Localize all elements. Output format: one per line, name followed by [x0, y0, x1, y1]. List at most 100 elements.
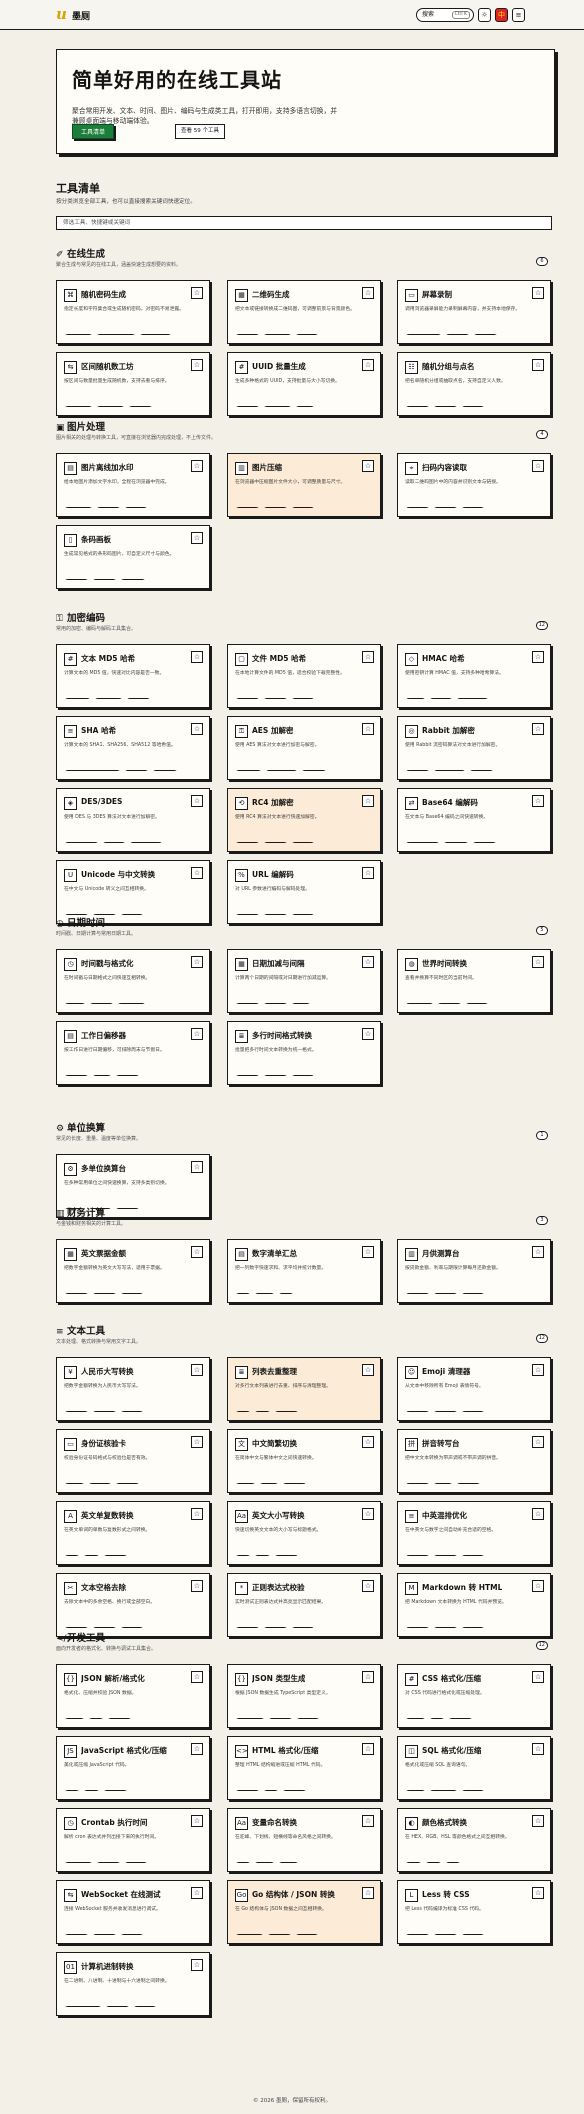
favorite-star-icon[interactable]: ☆: [532, 1887, 544, 1899]
favorite-star-icon[interactable]: ☆: [532, 723, 544, 735]
favorite-star-icon[interactable]: ☆: [362, 1743, 374, 1755]
tool-card[interactable]: ▯ 条码画板 ☆ 生成常见格式的条形码图片，可自定义尺寸与颜色。多种格式尺寸调节SVG…: [56, 525, 210, 589]
tool-card[interactable]: ≡ 中英混排优化 ☆ 在中英文与数字之间自动补充合适的空格。自动空格标点修正一键复制: [397, 1501, 551, 1565]
tool-card[interactable]: ◍ 世界时间转换 ☆ 查看并换算不同时区的当前时间。多城市对照一键切换时区选择: [397, 949, 551, 1013]
tool-card[interactable]: ≣ 多行时间格式转换 ☆ 批量把多行时间文本转换为统一格式。批量转换多种格式结果复制: [227, 1021, 381, 1085]
favorite-star-icon[interactable]: ☆: [532, 287, 544, 299]
tool-card[interactable]: {} JSON 解析/格式化 ☆ 格式化、压缩并校验 JSON 数据。格式化压缩语法校…: [56, 1664, 210, 1728]
tool-card[interactable]: ◇ HMAC 哈希 ☆ 使用密钥计算 HMAC 值，支持多种哈希算法。多算法密钥输入十…: [397, 644, 551, 708]
favorite-star-icon[interactable]: ☆: [362, 1436, 374, 1448]
favorite-star-icon[interactable]: ☆: [532, 1508, 544, 1520]
favorite-star-icon[interactable]: ☆: [191, 460, 203, 472]
favorite-star-icon[interactable]: ☆: [191, 1508, 203, 1520]
favorite-star-icon[interactable]: ☆: [191, 532, 203, 544]
tool-card[interactable]: ≡ SHA 哈希 ☆ 计算文本的 SHA1、SHA256、SHA512 等哈希值。 SH…: [56, 716, 210, 780]
tool-card[interactable]: ◎ Rabbit 加解密 ☆ 使用 Rabbit 流密码算法对文本进行加解密。密钥输入…: [397, 716, 551, 780]
favorite-star-icon[interactable]: ☆: [362, 1364, 374, 1376]
favorite-star-icon[interactable]: ☆: [191, 1028, 203, 1040]
tool-card[interactable]: ⇆ 区间随机数工坊 ☆ 按区间与数量批量生成随机数，支持去重与排序。去除与排序唯一化处…: [56, 352, 210, 416]
language-flag-button[interactable]: 中: [495, 8, 508, 22]
favorite-star-icon[interactable]: ☆: [532, 1671, 544, 1683]
favorite-star-icon[interactable]: ☆: [191, 1364, 203, 1376]
tool-card[interactable]: ⌘ 随机密码生成 ☆ 指定长度和字符集合或生成随机密码，对密码不易泄露。自定义长度大小…: [56, 280, 210, 344]
favorite-star-icon[interactable]: ☆: [191, 723, 203, 735]
favorite-star-icon[interactable]: ☆: [362, 1028, 374, 1040]
tool-card[interactable]: ▤ 数字清单汇总 ☆ 把一列数字快速求和、求平均并统计数量。求和平均值统计: [227, 1239, 381, 1303]
favorite-star-icon[interactable]: ☆: [191, 867, 203, 879]
tool-card[interactable]: ▤ 图片离线加水印 ☆ 给本地图片添加文字水印，全程在浏览器中完成。多字体排版批量处理…: [56, 453, 210, 517]
favorite-star-icon[interactable]: ☆: [362, 1671, 374, 1683]
favorite-star-icon[interactable]: ☆: [191, 1161, 203, 1173]
tool-card[interactable]: ◷ 时间戳与格式化 ☆ 在时间戳与日期格式之间快速互相转换。秒/毫秒时区切换自定义格式: [56, 949, 210, 1013]
tool-card[interactable]: Aa 变量命名转换 ☆ 在驼峰、下划线、短横线等命名风格之间转换。驼峰下划线短横线: [227, 1808, 381, 1872]
favorite-star-icon[interactable]: ☆: [191, 1887, 203, 1899]
tool-card[interactable]: ✂ 文本空格去除 ☆ 去除文本中的多余空格、换行或全部空白。首尾空格多余换行全部空白: [56, 1573, 210, 1637]
favorite-star-icon[interactable]: ☆: [191, 287, 203, 299]
favorite-star-icon[interactable]: ☆: [362, 1508, 374, 1520]
tool-card[interactable]: ⌖ 扫码内容读取 ☆ 读取二维码图片中的内容并识别文本与链接。本地识别批量读取结果复制: [397, 453, 551, 517]
favorite-star-icon[interactable]: ☆: [532, 1364, 544, 1376]
favorite-star-icon[interactable]: ☆: [191, 1580, 203, 1592]
tool-card[interactable]: ⟲ RC4 加解密 ☆ 使用 RC4 算法对文本进行快速加解密。快速处理编码选择一键复…: [227, 788, 381, 852]
tool-card[interactable]: ≣ 列表去重整理 ☆ 对多行文本列表进行去重、排序与清理整理。去重排序空行清理: [227, 1357, 381, 1421]
favorite-star-icon[interactable]: ☆: [532, 795, 544, 807]
favorite-star-icon[interactable]: ☆: [532, 1246, 544, 1258]
favorite-star-icon[interactable]: ☆: [532, 359, 544, 371]
tool-card[interactable]: <> HTML 格式化/压缩 ☆ 整理 HTML 结构缩进或压缩 HTML 代码。缩进…: [227, 1736, 381, 1800]
tool-card[interactable]: ▭ 屏幕录制 ☆ 调用浏览器录屏能力录制屏幕内容，并支持本地保存。浏览器原生录制音频控…: [397, 280, 551, 344]
favorite-star-icon[interactable]: ☆: [532, 1436, 544, 1448]
tool-card[interactable]: # UUID 批量生成 ☆ 生成多种格式的 UUID，支持批量与大小写切换。批量生成大…: [227, 352, 381, 416]
favorite-star-icon[interactable]: ☆: [191, 1671, 203, 1683]
tool-card[interactable]: {} JSON 类型生成 ☆ 根据 JSON 数据生成 TypeScript 类型定义…: [227, 1664, 381, 1728]
brand-name[interactable]: 墨厕: [72, 9, 90, 22]
tool-card[interactable]: ▦ 二维码生成 ☆ 把文本或链接转换成二维码图，可调整前景与背景颜色。尺寸控制颜色自定…: [227, 280, 381, 344]
menu-icon[interactable]: ≡: [512, 8, 525, 22]
favorite-star-icon[interactable]: ☆: [362, 359, 374, 371]
tool-card[interactable]: ⇄ Base64 编解码 ☆ 在文本与 Base64 编码之间快速转换。 Unicode…: [397, 788, 551, 852]
favorite-star-icon[interactable]: ☆: [191, 1743, 203, 1755]
favorite-star-icon[interactable]: ☆: [362, 795, 374, 807]
favorite-star-icon[interactable]: ☆: [362, 1815, 374, 1827]
favorite-star-icon[interactable]: ☆: [362, 460, 374, 472]
tool-filter-input[interactable]: 筛选工具、快捷键或关键词: [56, 216, 552, 230]
tool-list-button[interactable]: 工具清单: [72, 124, 115, 139]
favorite-star-icon[interactable]: ☆: [362, 867, 374, 879]
tool-card[interactable]: ¥ 人民币大写转换 ☆ 把数字金额转换为人民币大写写法。金额校验一键复制票据格式: [56, 1357, 210, 1421]
tool-card[interactable]: ◈ DES/3DES ☆ 使用 DES 与 3DES 算法对文本进行加解密。 DES 与…: [56, 788, 210, 852]
tool-card[interactable]: ☺ Emoji 清理器 ☆ 从文本中移除所有 Emoji 表情符号。批量清理保留文本结…: [397, 1357, 551, 1421]
tool-card[interactable]: 01 计算机进制转换 ☆ 在二进制、八进制、十进制与十六进制之间转换。 2/8/10/1…: [56, 1952, 210, 2016]
favorite-star-icon[interactable]: ☆: [362, 1887, 374, 1899]
tool-card[interactable]: ◷ Crontab 执行时间 ☆ 解析 cron 表达式并列出接下来的执行时间。表达式…: [56, 1808, 210, 1872]
favorite-star-icon[interactable]: ☆: [362, 723, 374, 735]
favorite-star-icon[interactable]: ☆: [362, 1246, 374, 1258]
tool-card[interactable]: * 正则表达式校验 ☆ 实时测试正则表达式并高亮显示匹配结果。实时匹配高亮显示常用模板: [227, 1573, 381, 1637]
tool-card[interactable]: ▭ 身份证核验卡 ☆ 校验身份证号码格式与校验位是否有效。校验位地区解析出生日期: [56, 1429, 210, 1493]
tool-card[interactable]: ▢ 文件 MD5 哈希 ☆ 在本地计算文件的 MD5 值，适合校验下载完整性。本地计算…: [227, 644, 381, 708]
logo-icon[interactable]: u: [56, 7, 67, 22]
tool-card[interactable]: Aa 英文大小写转换 ☆ 快速切换英文文本的大小写与标题格式。大写小写标题格式: [227, 1501, 381, 1565]
tool-card[interactable]: A 英文单复数转换 ☆ 在英文单词的单数与复数形式之间转换。单数复数批量处理: [56, 1501, 210, 1565]
favorite-star-icon[interactable]: ☆: [532, 1743, 544, 1755]
tool-card[interactable]: ☷ 随机分组与点名 ☆ 把名单随机分组或抽取点名，支持自定义人数。随机分组课堂点名结果…: [397, 352, 551, 416]
favorite-star-icon[interactable]: ☆: [532, 956, 544, 968]
tool-card[interactable]: ▦ 英文票据金额 ☆ 把数字金额转换为英文大写写法，适用于票据。英文大写票据格式一键复…: [56, 1239, 210, 1303]
tool-card[interactable]: ▦ 日期加减与间隔 ☆ 计算两个日期的间隔或对日期进行加减运算。天数计算加减日期工作日: [227, 949, 381, 1013]
tool-card[interactable]: Go Go 结构体 / JSON 转换 ☆ 在 Go 结构体与 JSON 数据之间互相…: [227, 1880, 381, 1944]
favorite-star-icon[interactable]: ☆: [362, 1580, 374, 1592]
favorite-star-icon[interactable]: ☆: [532, 460, 544, 472]
tool-card[interactable]: M Markdown 转 HTML ☆ 把 Markdown 文本转换为 HTML 代…: [397, 1573, 551, 1637]
favorite-star-icon[interactable]: ☆: [191, 795, 203, 807]
tool-card[interactable]: ▥ 月供测算台 ☆ 按贷款金额、利率与期限计算每月还款金额。等额本息等额本金还款明细: [397, 1239, 551, 1303]
tool-card[interactable]: ▥ 图片压缩 ☆ 在浏览器中压缩图片文件大小，可调整质量与尺寸。质量调节尺寸限制批量下…: [227, 453, 381, 517]
tool-card[interactable]: L Less 转 CSS ☆ 把 Less 代码编译为标准 CSS 代码。在线编译错误…: [397, 1880, 551, 1944]
favorite-star-icon[interactable]: ☆: [191, 359, 203, 371]
tool-card[interactable]: 拼拼音转写台 ☆ 把中文文本转换为带声调或不带声调的拼音。声调切换首字母结果复制: [397, 1429, 551, 1493]
favorite-star-icon[interactable]: ☆: [191, 1959, 203, 1971]
view-all-tools-button[interactable]: 查看 59 个工具: [175, 124, 225, 139]
tool-card[interactable]: ⇆ WebSocket 在线测试 ☆ 连接 WebSocket 服务并收发消息进行调试…: [56, 1880, 210, 1944]
favorite-star-icon[interactable]: ☆: [362, 651, 374, 663]
favorite-star-icon[interactable]: ☆: [362, 287, 374, 299]
favorite-star-icon[interactable]: ☆: [362, 956, 374, 968]
favorite-star-icon[interactable]: ☆: [191, 1815, 203, 1827]
favorite-star-icon[interactable]: ☆: [191, 1436, 203, 1448]
